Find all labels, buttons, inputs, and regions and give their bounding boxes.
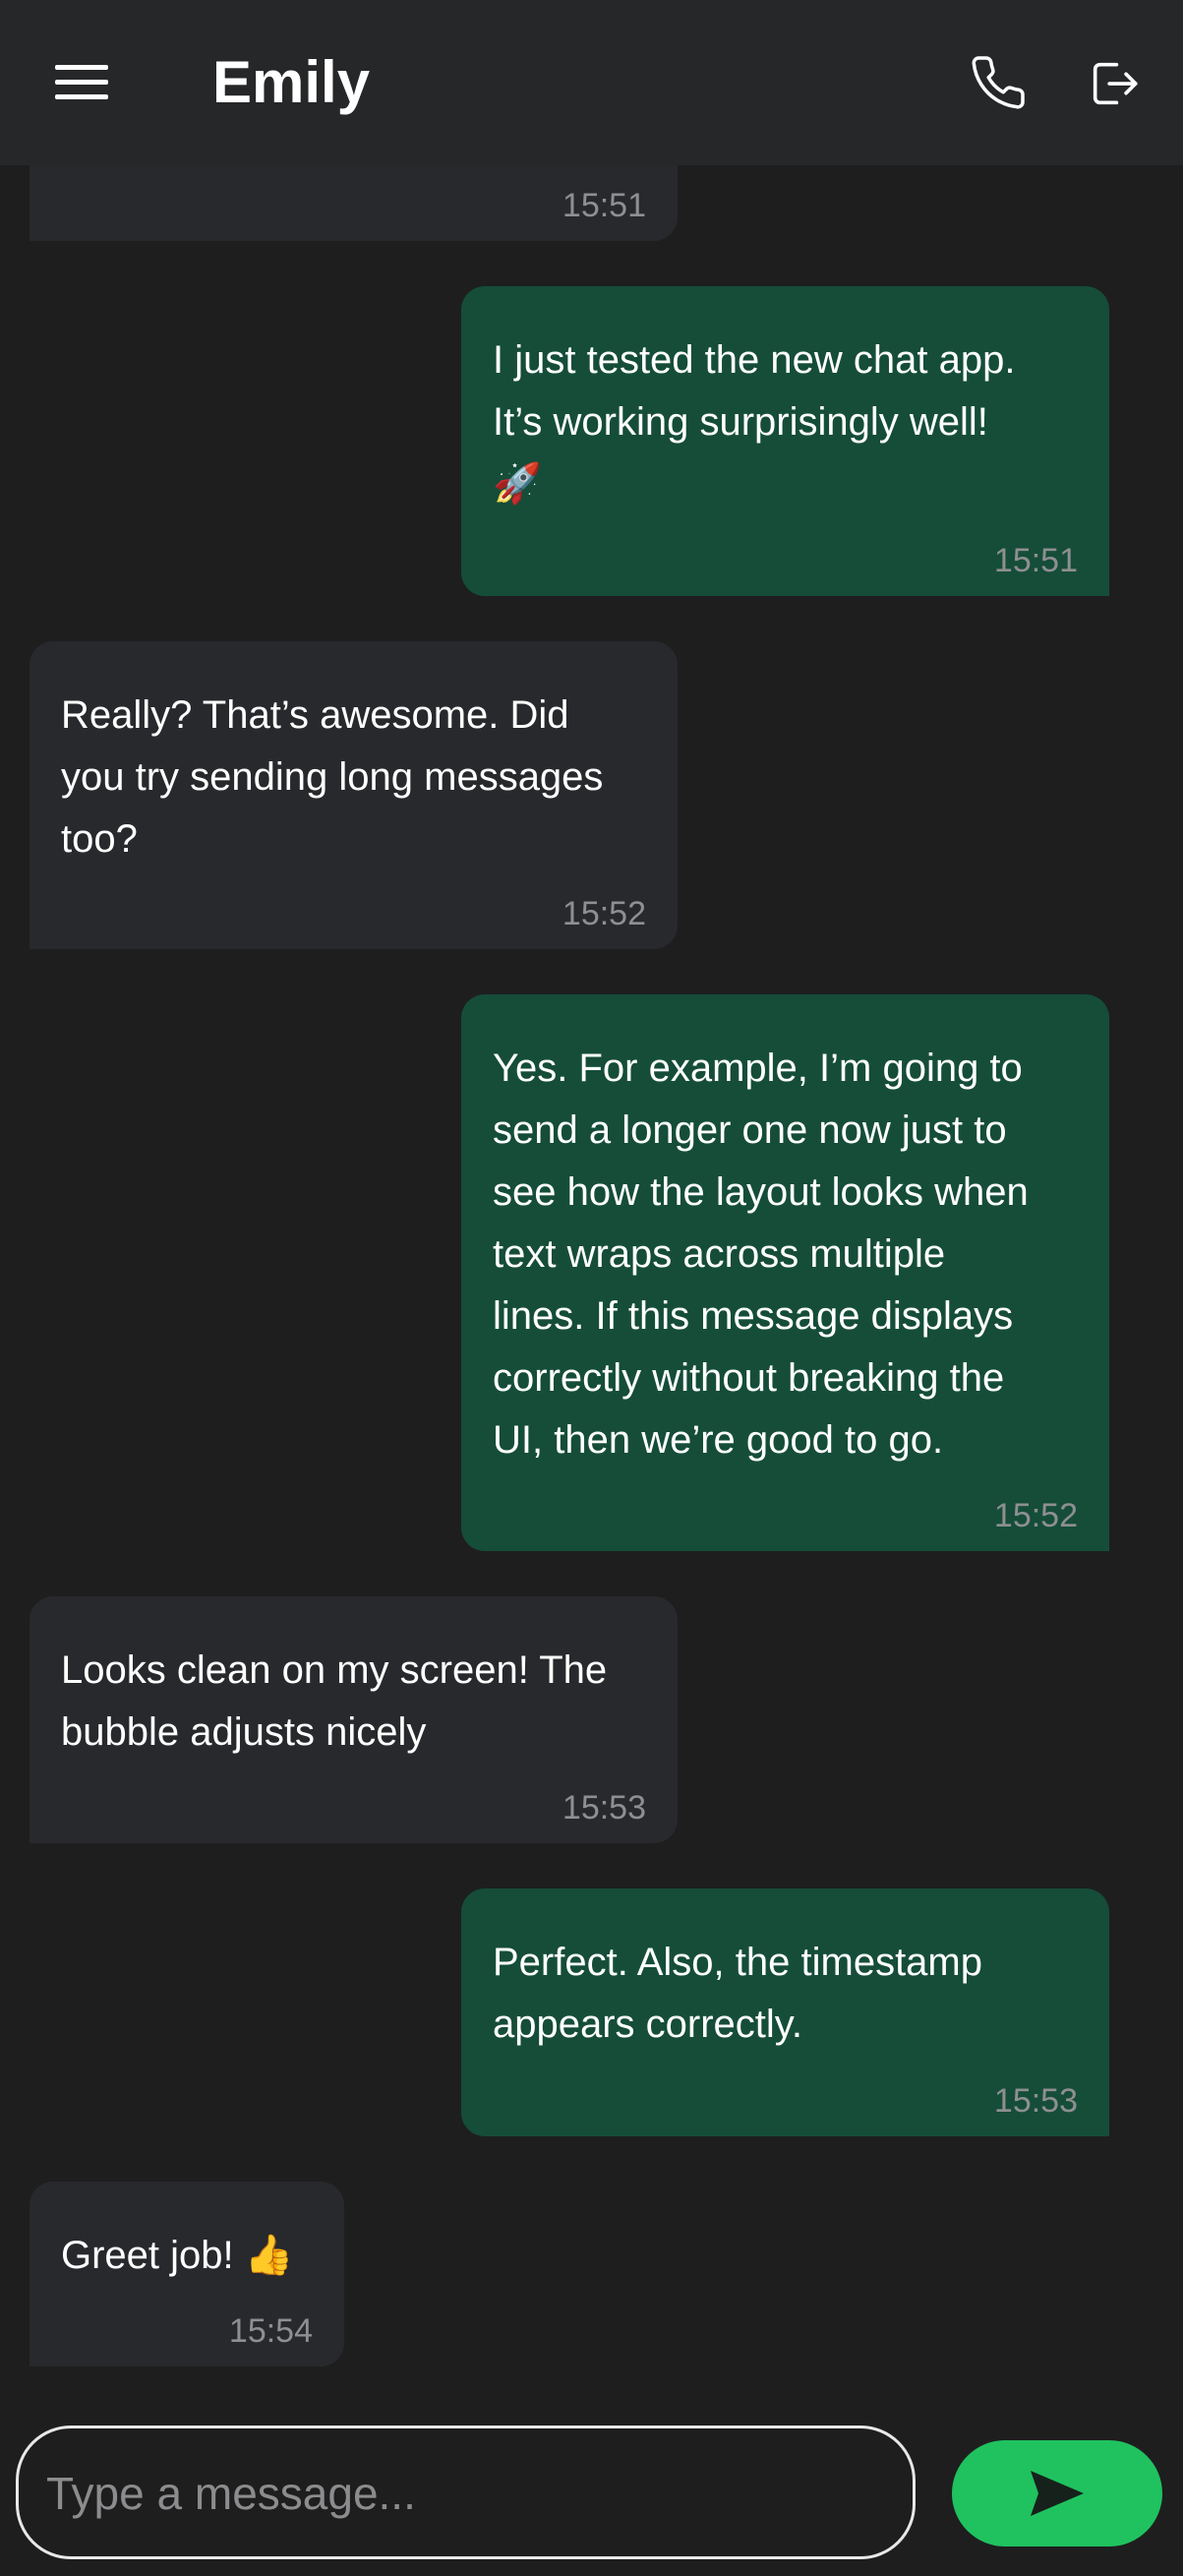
message-text: Really? That’s awesome. Did you try send…: [61, 693, 604, 861]
message-text: Greet job! 👍: [61, 2234, 294, 2277]
message-outgoing: Yes. For example, I’m going to send a lo…: [461, 994, 1109, 1551]
message-outgoing: I just tested the new chat app. It’s wor…: [461, 286, 1109, 596]
message-time: 15:52: [562, 895, 646, 932]
message-input[interactable]: [44, 2450, 894, 2537]
hamburger-menu-icon: [55, 65, 108, 99]
message-time: 15:51: [993, 542, 1078, 579]
message-time: 15:54: [228, 2312, 313, 2350]
send-button[interactable]: [952, 2440, 1162, 2546]
message-time: 15:53: [562, 1789, 646, 1827]
message-incoming: Looks clean on my screen! The bubble adj…: [30, 1596, 678, 1843]
message-time: 15:51: [562, 187, 646, 224]
menu-button[interactable]: [49, 59, 114, 106]
message-time: 15:52: [993, 1497, 1078, 1534]
message-time: 15:53: [993, 2082, 1078, 2120]
chat-header: Emily: [0, 0, 1183, 165]
call-button[interactable]: [969, 53, 1028, 112]
send-icon: [1031, 2471, 1084, 2516]
message-outgoing: Perfect. Also, the timestamp appears cor…: [461, 1888, 1109, 2136]
message-text: Perfect. Also, the timestamp appears cor…: [493, 1941, 982, 2046]
message-text: I just tested the new chat app. It’s wor…: [493, 338, 1016, 506]
message-composer: [16, 2426, 916, 2559]
logout-button[interactable]: [1086, 55, 1143, 112]
message-list[interactable]: 15:51 I just tested the new chat app. It…: [0, 0, 1183, 2400]
message-incoming: Greet job! 👍 15:54: [30, 2182, 344, 2366]
message-incoming: Really? That’s awesome. Did you try send…: [30, 641, 678, 949]
logout-icon: [1093, 62, 1138, 105]
contact-name: Emily: [212, 49, 371, 115]
phone-icon: [972, 56, 1025, 109]
message-text: Yes. For example, I’m going to send a lo…: [493, 1047, 1029, 1462]
message-text: Looks clean on my screen! The bubble adj…: [61, 1648, 608, 1754]
